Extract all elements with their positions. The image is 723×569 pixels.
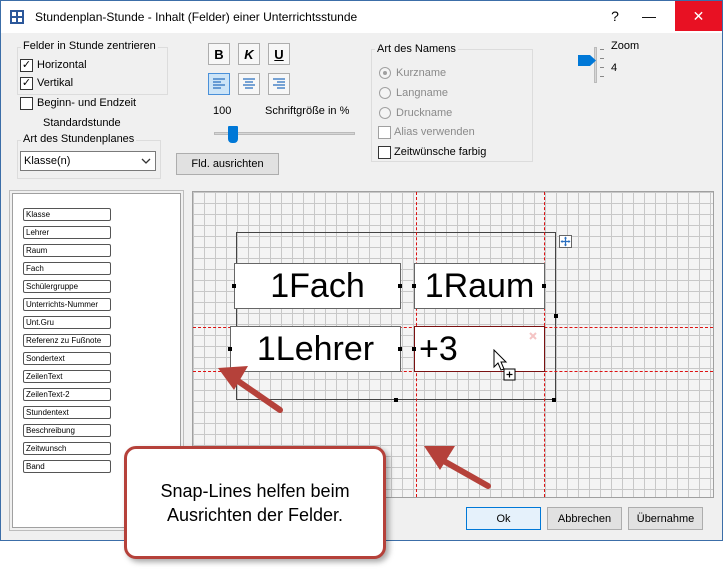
annotation-arrow-left (218, 366, 283, 413)
annotation-arrow-right (424, 446, 491, 489)
callout-text: Snap-Lines helfen beim Ausrichten der Fe… (160, 480, 350, 525)
annotation-callout: Snap-Lines helfen beim Ausrichten der Fe… (124, 446, 386, 559)
